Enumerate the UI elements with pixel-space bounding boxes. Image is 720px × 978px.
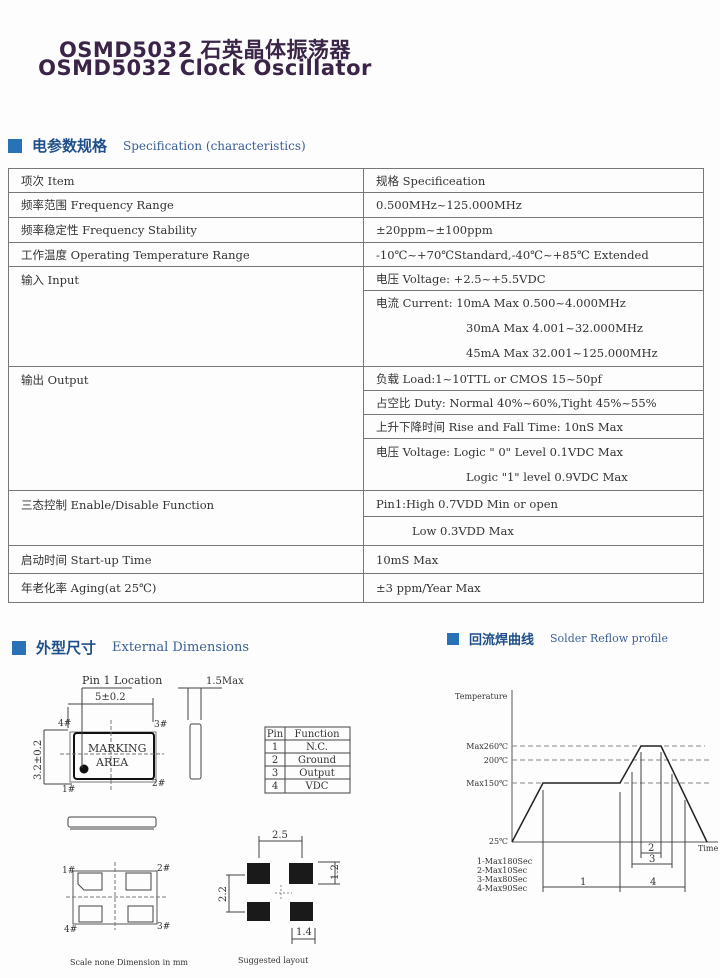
legend-item: 1-Max180Sec <box>477 857 533 866</box>
suggested-pads <box>247 863 313 921</box>
zone-label: 3 <box>649 854 655 865</box>
temp-level-label: Max150℃ <box>466 779 508 788</box>
pin-label: 2# <box>152 779 165 789</box>
pin-label: 1# <box>62 866 75 876</box>
reflow-profile-chart: Temperature Time Max260℃ 200℃ Max150℃ 25… <box>455 690 718 893</box>
pad <box>247 863 270 884</box>
pin1-dot-icon <box>79 764 89 774</box>
legend-item: 3-Max80Sec <box>477 875 528 884</box>
pin-table-header: Pin <box>267 729 284 740</box>
pin-table-cell: 1 <box>272 742 278 753</box>
pin-table-cell: 4 <box>272 781 278 792</box>
layout-dimension: 2.5 <box>272 830 288 841</box>
pin-function-table: Pin Function 1 N.C. 2 Ground 3 Output 4 … <box>267 729 340 792</box>
pin-label: 4# <box>64 925 77 935</box>
pad <box>289 863 313 884</box>
temp-level-label: 25℃ <box>489 837 508 846</box>
caption: Suggested layout <box>238 956 309 965</box>
pin-table-cell: VDC <box>305 781 329 792</box>
pin-table-cell: Output <box>299 768 335 779</box>
pin-label: 3# <box>154 720 167 730</box>
pad <box>290 902 313 921</box>
pin-table-cell: N.C. <box>306 742 328 753</box>
zone-label: 2 <box>648 843 654 854</box>
x-axis-label: Time <box>698 844 718 853</box>
drawings: Pin 1 Location 5±0.2 1.5Max 3.2±0.2 MARK… <box>33 674 718 967</box>
height-dimension: 3.2±0.2 <box>33 740 44 780</box>
width-dimension: 5±0.2 <box>95 692 126 703</box>
pad <box>247 902 270 921</box>
legend-item: 4-Max90Sec <box>477 884 528 893</box>
layout-dimension: 2.2 <box>218 886 229 902</box>
zone-label: 4 <box>650 877 656 888</box>
front-view <box>67 816 157 828</box>
pin-label: 3# <box>157 922 170 932</box>
pin-table-cell: 3 <box>272 768 278 779</box>
pin-table-cell: 2 <box>272 755 278 766</box>
pin-label: 4# <box>58 719 71 729</box>
legend-item: 2-Max10Sec <box>477 866 528 875</box>
layout-dimension: 1.2 <box>330 864 341 880</box>
layout-dimension: 1.4 <box>296 927 312 938</box>
pin-table-header: Function <box>294 729 340 740</box>
pin-label: 2# <box>157 864 170 874</box>
pin-label: 1# <box>62 785 75 795</box>
pin1-location-label: Pin 1 Location <box>82 674 162 687</box>
pin-table-cell: Ground <box>298 755 337 766</box>
datasheet-page: OSMD5032 石英晶体振荡器 OSMD5032 Clock Oscillat… <box>0 0 720 978</box>
thickness-dimension: 1.5Max <box>206 676 244 687</box>
temp-level-label: 200℃ <box>484 756 508 765</box>
caption: Scale none Dimension in mm <box>70 958 188 967</box>
marking-label: AREA <box>95 756 129 769</box>
marking-label: MARKING <box>88 742 146 755</box>
side-view <box>189 723 202 780</box>
temp-level-label: Max260℃ <box>466 742 508 751</box>
zone-label: 1 <box>580 877 586 888</box>
y-axis-label: Temperature <box>455 692 508 701</box>
